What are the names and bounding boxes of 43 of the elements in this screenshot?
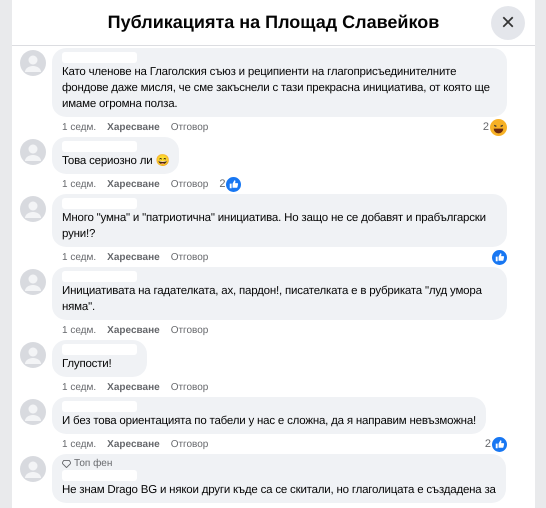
like-link[interactable]: Харесване xyxy=(107,252,160,262)
reaction-count: 2 xyxy=(219,178,226,190)
comment-time: 1 седм. xyxy=(62,382,96,392)
comment-time: 1 седм. xyxy=(62,178,96,190)
avatar-icon xyxy=(20,342,46,368)
close-button[interactable]: × xyxy=(491,6,525,40)
avatar-icon xyxy=(20,50,46,76)
comment-text: Не знам Drago BG и някои други къде са се скитали, но глаголицата е създадена за xyxy=(62,483,496,498)
dialog-title: Публикацията на Площад Славейков xyxy=(108,12,440,33)
comment-time: 1 седм. xyxy=(62,252,96,262)
like-link[interactable]: Харесване xyxy=(107,438,160,450)
like-link[interactable]: Харесване xyxy=(107,324,160,336)
reaction-count: 2 xyxy=(482,121,489,133)
avatar-icon xyxy=(20,139,46,165)
like-icon xyxy=(226,176,242,192)
comment-time: 1 седм. xyxy=(62,122,96,132)
comment-text: И без това ориентацията по табели у нас е сложна, да я направим невъзможна! xyxy=(62,414,476,429)
reply-link[interactable]: Отговор xyxy=(170,438,208,450)
avatar-icon xyxy=(20,456,46,482)
reaction-count: 2 xyxy=(484,438,491,450)
like-link[interactable]: Харесване xyxy=(107,122,160,132)
reply-link[interactable]: Отговор xyxy=(170,324,208,336)
avatar-icon xyxy=(20,196,46,222)
comment-time: 1 седм. xyxy=(62,324,96,336)
comment-text: Инициативата на гадателката, ах, пардон!, писателката е в рубриката "луд умора няма". xyxy=(62,284,483,315)
like-link[interactable]: Харесване xyxy=(107,178,160,190)
like-icon xyxy=(492,250,507,264)
comment-text: Това сериозно ли 😄 xyxy=(62,153,170,169)
avatar-icon xyxy=(20,269,46,295)
comment-time: 1 седм. xyxy=(62,438,96,450)
laughing-emoji-icon xyxy=(490,118,507,136)
avatar-icon xyxy=(20,399,46,425)
like-icon xyxy=(492,436,507,452)
comment-text: Много "умна" и "патриотична" инициатива. Но защо не се добавят и прабългарски руни!? xyxy=(62,211,487,242)
comment-text: Като членове на Глаголския съюз и реципиенти на глагоприсъединителните фондове даже мисля, че сме закъснели с тази прекрасна инициатива, от която ще имаме огромна полза. xyxy=(62,65,491,112)
reply-link[interactable]: Отговор xyxy=(170,122,208,132)
reply-link[interactable]: Отговор xyxy=(170,178,208,190)
reply-link[interactable]: Отговор xyxy=(170,252,208,262)
diamond-icon xyxy=(62,460,71,468)
comment-text: Глупости! xyxy=(62,357,113,372)
top-fan-label: Топ фен xyxy=(74,458,112,469)
reply-link[interactable]: Отговор xyxy=(170,382,208,392)
like-link[interactable]: Харесване xyxy=(107,382,160,392)
